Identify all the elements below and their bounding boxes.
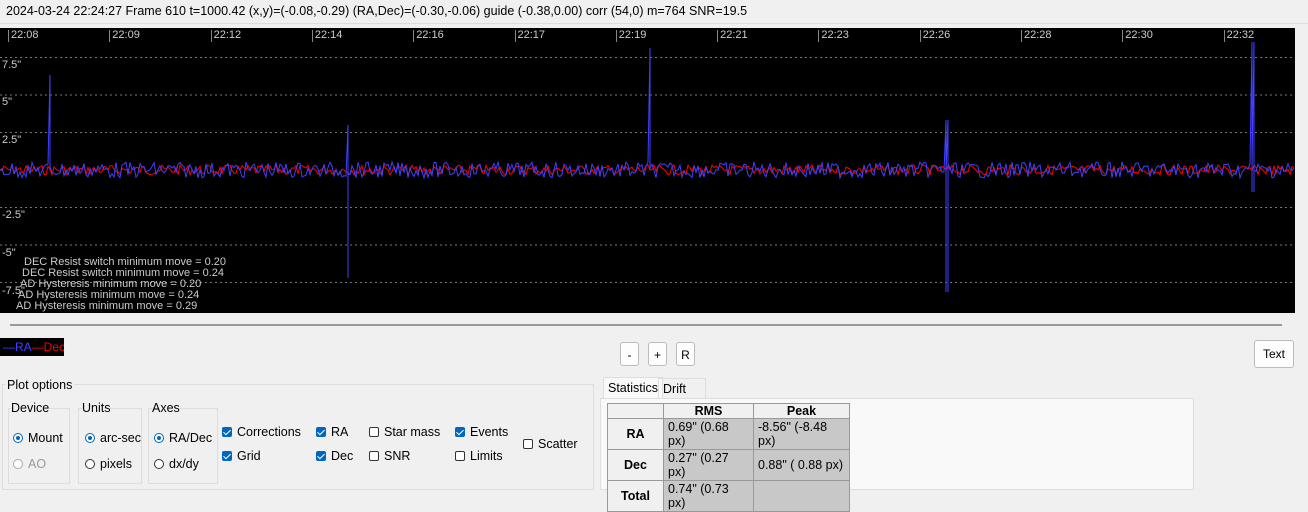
device-title: Device: [11, 401, 50, 415]
snr-checkbox[interactable]: SNR: [369, 449, 410, 463]
time-label: 22:28: [1021, 30, 1052, 42]
time-label: 22:08: [8, 30, 39, 42]
divider: [10, 324, 1282, 326]
y-label: 2.5": [2, 134, 22, 146]
text-button[interactable]: Text: [1254, 340, 1294, 368]
ra-checkbox[interactable]: RA: [316, 425, 348, 439]
time-label: 22:19: [615, 30, 646, 42]
scatter-checkbox[interactable]: Scatter: [523, 437, 578, 451]
plot-options-title: Plot options: [5, 378, 75, 392]
guide-graph[interactable]: 22:08 22:09 22:12 22:14 22:16 22:17 22:19 22:21…: [0, 28, 1295, 313]
time-label: 22:09: [109, 30, 140, 42]
graph-legend: —RA—Dec: [0, 338, 64, 356]
grid-checkbox[interactable]: Grid: [222, 449, 261, 463]
time-label: 22:12: [210, 30, 241, 42]
axes-title: Axes: [152, 401, 180, 415]
units-title: Units: [82, 401, 111, 415]
table-row: Dec 0.27" (0.27 px) 0.88" ( 0.88 px): [607, 449, 850, 481]
time-label: 22:30: [1122, 30, 1153, 42]
dec-checkbox[interactable]: Dec: [316, 449, 353, 463]
statistics-table: RMS Peak RA 0.69" (0.68 px) -8.56" (-8.48 p…: [607, 403, 850, 512]
time-label: 22:32: [1223, 30, 1254, 42]
table-row: RA 0.69" (0.68 px) -8.56" (-8.48 px): [607, 418, 850, 450]
table-row: Total 0.74" (0.73 px): [607, 480, 850, 512]
events-checkbox[interactable]: Events: [455, 425, 508, 439]
status-bar: 2024-03-24 22:24:27 Frame 610 t=1000.42 …: [0, 0, 1308, 24]
time-label: 22:23: [818, 30, 849, 42]
tab-drift[interactable]: Drift: [658, 378, 706, 399]
y-label: -5": [2, 247, 16, 259]
zoom-in-button[interactable]: +: [648, 342, 667, 366]
units-pixels-radio[interactable]: pixels: [85, 457, 132, 471]
star-mass-checkbox[interactable]: Star mass: [369, 425, 440, 439]
axes-dxdy-radio[interactable]: dx/dy: [154, 457, 199, 471]
units-arcsec-radio[interactable]: arc-sec: [85, 431, 141, 445]
legend-dec: —Dec: [31, 340, 64, 354]
tab-statistics[interactable]: Statistics: [603, 377, 664, 398]
time-label: 22:21: [717, 30, 748, 42]
y-label: -2.5": [2, 209, 25, 221]
device-mount-radio[interactable]: Mount: [13, 431, 63, 445]
event-note: AD Hysteresis minimum move = 0.29: [16, 300, 198, 312]
limits-checkbox[interactable]: Limits: [455, 449, 503, 463]
y-label: 7.5": [2, 59, 22, 71]
axes-radec-radio[interactable]: RA/Dec: [154, 431, 212, 445]
zoom-out-button[interactable]: -: [620, 342, 639, 366]
time-label: 22:14: [311, 30, 342, 42]
ra-series: [0, 41, 1295, 292]
time-label: 22:17: [514, 30, 545, 42]
legend-ra: —RA: [3, 340, 32, 354]
device-ao-radio[interactable]: AO: [13, 457, 46, 471]
reset-button[interactable]: R: [676, 342, 695, 366]
time-label: 22:16: [413, 30, 444, 42]
y-label: 5": [2, 96, 13, 108]
time-label: 22:26: [919, 30, 950, 42]
corrections-checkbox[interactable]: Corrections: [222, 425, 301, 439]
